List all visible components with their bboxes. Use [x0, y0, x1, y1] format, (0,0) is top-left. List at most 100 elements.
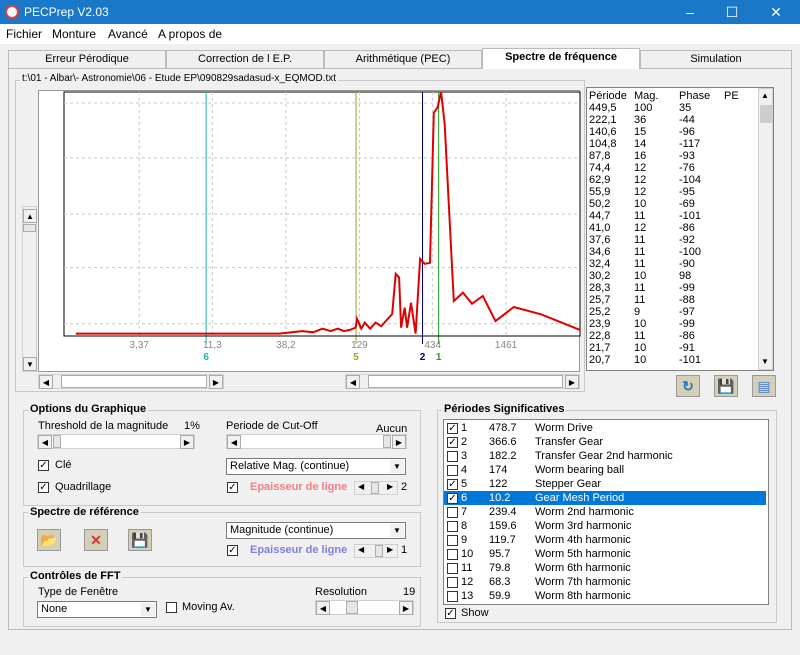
open-reference-button[interactable]: 📂 — [37, 529, 61, 551]
scroll-right-arrow-icon[interactable]: ▶ — [399, 601, 413, 615]
period-checkbox[interactable]: ✓ — [447, 423, 458, 434]
scroll-left-arrow-icon[interactable]: ◀ — [38, 435, 52, 449]
scroll-down-arrow-icon[interactable]: ▼ — [761, 357, 769, 366]
threshold-slider[interactable]: ◀ ▶ — [37, 434, 195, 449]
scroll-right-arrow-icon[interactable]: ▶ — [209, 375, 223, 389]
table-row[interactable]: 30,2 10 98 — [589, 270, 759, 282]
show-checkbox[interactable]: ✓ — [445, 608, 456, 619]
tab-correction[interactable]: Correction de l E.P. — [166, 50, 324, 68]
table-row[interactable]: 22,8 11 -86 — [589, 330, 759, 342]
tab-simulation[interactable]: Simulation — [640, 50, 792, 68]
significant-list[interactable]: ✓ 1 478.7 Worm Drive ✓ 2 366.6 Transfer Gear 3 18… — [443, 419, 769, 605]
table-row[interactable]: 37,6 11 -92 — [589, 234, 759, 246]
close-button[interactable]: ✕ — [756, 2, 796, 22]
export-button[interactable]: ▤ — [752, 375, 776, 397]
reference-line-width-checkbox[interactable]: ✓ — [227, 545, 238, 556]
scroll-left-arrow-icon[interactable]: ◀ — [39, 375, 53, 389]
period-checkbox[interactable] — [447, 521, 458, 532]
list-item[interactable]: 9 119.7 Worm 4th harmonic — [444, 533, 766, 547]
table-row[interactable]: 23,9 10 -99 — [589, 318, 759, 330]
tab-spectre-frequence[interactable]: Spectre de fréquence — [482, 48, 640, 69]
scroll-thumb[interactable] — [23, 224, 36, 232]
minimize-button[interactable]: – — [670, 2, 710, 22]
scroll-up-arrow-icon[interactable]: ▲ — [761, 91, 769, 100]
scroll-left-arrow-icon[interactable]: ◀ — [346, 375, 360, 389]
list-item[interactable]: 11 79.8 Worm 6th harmonic — [444, 561, 766, 575]
period-checkbox[interactable] — [447, 465, 458, 476]
scroll-right-arrow-icon[interactable]: ▶ — [565, 375, 579, 389]
scroll-up-arrow-icon[interactable]: ▲ — [23, 209, 37, 223]
chart-right-hscrollbar[interactable]: ◀ ▶ — [345, 374, 580, 389]
scroll-right-arrow-icon[interactable]: ▶ — [392, 435, 406, 449]
menu-fichier[interactable]: Fichier — [6, 27, 42, 41]
refresh-button[interactable]: ↻ — [676, 375, 700, 397]
period-checkbox[interactable]: ✓ — [447, 479, 458, 490]
table-row[interactable]: 104,8 14 -117 — [589, 138, 759, 150]
save-table-button[interactable]: 💾 — [714, 375, 738, 397]
table-row[interactable]: 74,4 12 -76 — [589, 162, 759, 174]
scroll-thumb[interactable] — [61, 375, 207, 388]
period-checkbox[interactable] — [447, 507, 458, 518]
reference-mode-select[interactable]: Magnitude (continue) ▼ — [226, 522, 406, 539]
slider-thumb[interactable] — [346, 601, 358, 614]
delete-reference-button[interactable]: ✕ — [84, 529, 108, 551]
scroll-left-arrow-icon[interactable]: ◀ — [316, 601, 330, 615]
scroll-thumb[interactable] — [760, 105, 772, 123]
period-checkbox[interactable]: ✓ — [447, 437, 458, 448]
reference-line-width-stepper[interactable]: ◀ ▶ — [354, 544, 398, 558]
table-row[interactable]: 50,2 10 -69 — [589, 198, 759, 210]
menu-avance[interactable]: Avancé — [108, 27, 148, 41]
table-row[interactable]: 21,7 10 -91 — [589, 342, 759, 354]
scroll-left-arrow-icon[interactable]: ◀ — [227, 435, 241, 449]
table-row[interactable]: 34,6 11 -100 — [589, 246, 759, 258]
list-item[interactable]: 4 174 Worm bearing ball — [444, 463, 766, 477]
spectrum-chart[interactable]: 3,37 11,3 38,2 129 434 14616 5 2 1 — [39, 91, 581, 373]
menu-a-propos[interactable]: A propos de — [158, 27, 222, 41]
period-checkbox[interactable] — [447, 591, 458, 602]
list-item[interactable]: 8 159.6 Worm 3rd harmonic — [444, 519, 766, 533]
line-width-stepper[interactable]: ◀ ▶ — [354, 481, 398, 495]
table-row[interactable]: 25,2 9 -97 — [589, 306, 759, 318]
save-reference-button[interactable]: 💾 — [128, 529, 152, 551]
grid-checkbox[interactable]: ✓ — [38, 482, 49, 493]
window-type-select[interactable]: None ▼ — [37, 601, 157, 618]
cle-checkbox[interactable]: ✓ — [38, 460, 49, 471]
table-row[interactable]: 449,5 100 35 — [589, 102, 759, 114]
chart-vertical-scrollbar[interactable]: ▲ ▼ — [22, 206, 37, 372]
list-item[interactable]: ✓ 2 366.6 Transfer Gear — [444, 435, 766, 449]
list-item[interactable]: 12 68.3 Worm 7th harmonic — [444, 575, 766, 589]
chart-left-hscrollbar[interactable]: ◀ ▶ — [38, 374, 224, 389]
table-row[interactable]: 87,8 16 -93 — [589, 150, 759, 162]
list-item[interactable]: 10 95.7 Worm 5th harmonic — [444, 547, 766, 561]
moving-avg-checkbox[interactable] — [166, 602, 177, 613]
slider-thumb[interactable] — [383, 435, 391, 448]
list-item[interactable]: ✓ 5 122 Stepper Gear — [444, 477, 766, 491]
period-table[interactable]: Période Mag. Phase PE 449,5 100 35 222,1 36 -… — [586, 87, 774, 371]
table-row[interactable]: 20,7 10 -101 — [589, 354, 759, 366]
graph-mode-select[interactable]: Relative Mag. (continue) ▼ — [226, 458, 406, 475]
list-item[interactable]: 7 239.4 Worm 2nd harmonic — [444, 505, 766, 519]
period-checkbox[interactable] — [447, 549, 458, 560]
period-checkbox[interactable] — [447, 535, 458, 546]
period-checkbox[interactable] — [447, 577, 458, 588]
list-item[interactable]: ✓ 1 478.7 Worm Drive — [444, 421, 766, 435]
list-item[interactable]: 3 182.2 Transfer Gear 2nd harmonic — [444, 449, 766, 463]
maximize-button[interactable]: ☐ — [712, 2, 752, 22]
table-row[interactable]: 41,0 12 -86 — [589, 222, 759, 234]
period-checkbox[interactable] — [447, 563, 458, 574]
slider-thumb[interactable] — [53, 435, 61, 448]
table-row[interactable]: 222,1 36 -44 — [589, 114, 759, 126]
tab-erreur-periodique[interactable]: Erreur Pérodique — [8, 50, 166, 68]
menu-monture[interactable]: Monture — [52, 27, 96, 41]
table-row[interactable]: 44,7 11 -101 — [589, 210, 759, 222]
table-row[interactable]: 32,4 11 -90 — [589, 258, 759, 270]
table-row[interactable]: 140,6 15 -96 — [589, 126, 759, 138]
period-checkbox[interactable] — [447, 451, 458, 462]
cutoff-slider[interactable]: ◀ ▶ — [226, 434, 407, 449]
table-row[interactable]: 55,9 12 -95 — [589, 186, 759, 198]
period-checkbox[interactable]: ✓ — [447, 493, 458, 504]
line-width-checkbox[interactable]: ✓ — [227, 482, 238, 493]
scroll-right-arrow-icon[interactable]: ▶ — [180, 435, 194, 449]
list-item[interactable]: ✓ 6 10.2 Gear Mesh Period — [444, 491, 766, 505]
scroll-down-arrow-icon[interactable]: ▼ — [23, 357, 37, 371]
